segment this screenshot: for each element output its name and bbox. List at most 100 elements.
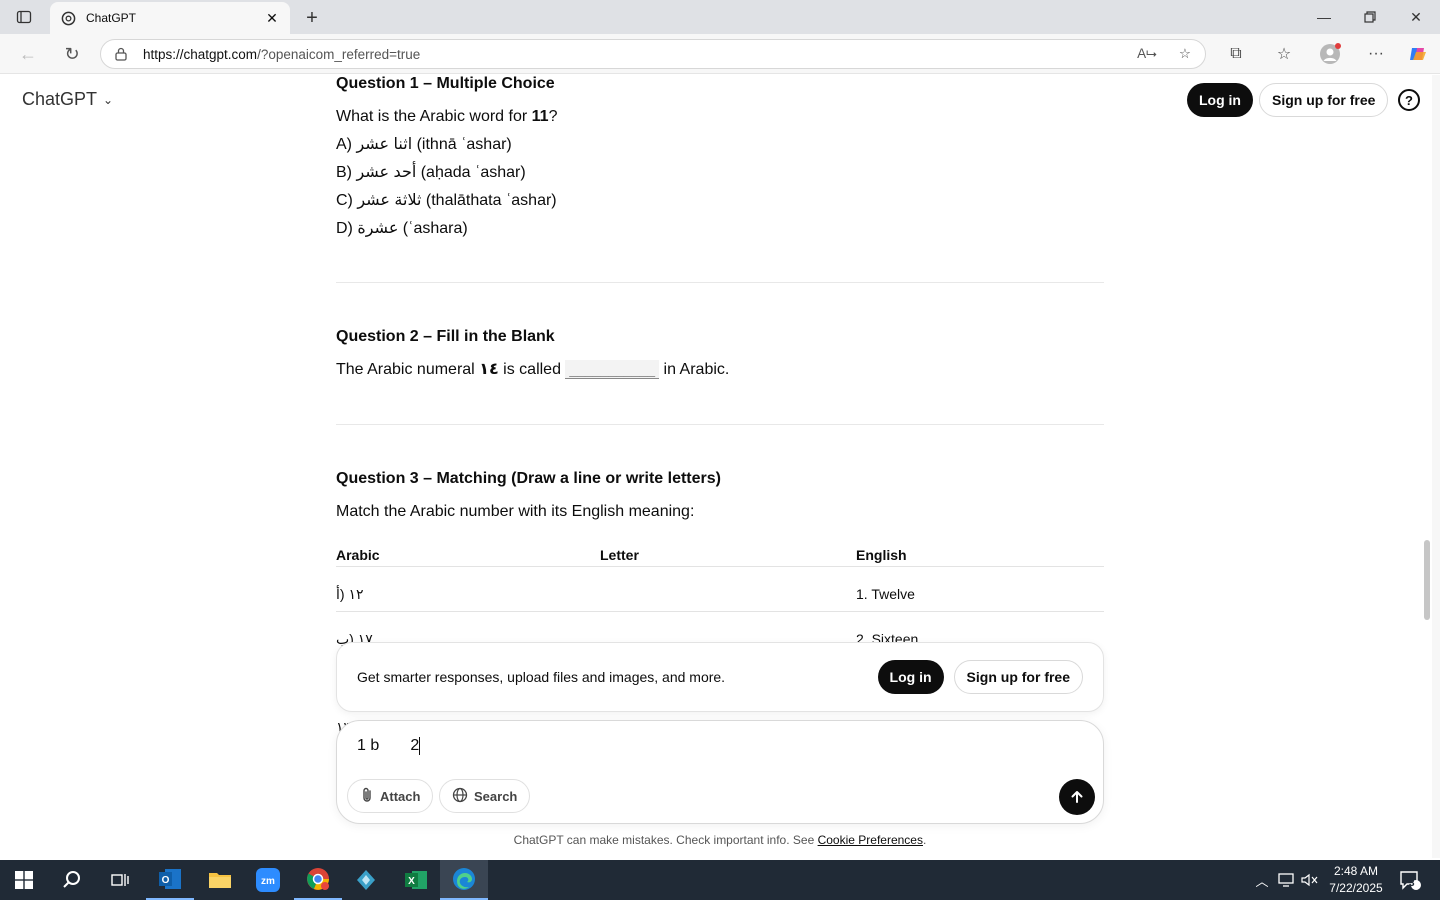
minimize-icon[interactable]: —	[1301, 0, 1347, 34]
column-header-arabic: Arabic	[336, 547, 380, 563]
system-clock[interactable]: 2:48 AM 7/22/2025	[1318, 863, 1394, 897]
table-cell-arabic: ١٢ (أ	[336, 586, 364, 602]
table-row-rule	[336, 611, 1104, 612]
disclaimer-end: .	[922, 833, 927, 847]
zoom-icon[interactable]: zm	[244, 860, 292, 900]
text-caret	[419, 737, 421, 755]
promo-message: Get smarter responses, upload files and …	[357, 669, 726, 685]
question-1-prompt: What is the Arabic word for 11?	[336, 103, 557, 131]
chatgpt-favicon-icon	[60, 10, 76, 26]
windows-taskbar: O zm X ︿ 2:48 AM 7/22/2025 3	[0, 860, 1440, 900]
file-explorer-icon[interactable]	[196, 860, 244, 900]
app-diamond-icon[interactable]	[342, 860, 390, 900]
scrollbar-track[interactable]	[1432, 75, 1440, 858]
refresh-icon[interactable]: ↻	[58, 40, 86, 68]
message-composer[interactable]: 1 b 2 Attach Search	[336, 720, 1104, 824]
restore-icon[interactable]	[1347, 0, 1393, 34]
lock-icon	[115, 47, 129, 61]
svg-text:zm: zm	[261, 876, 275, 887]
edge-icon[interactable]	[440, 860, 488, 900]
search-button[interactable]: Search	[439, 779, 531, 813]
url-path: /?openaicom_referred=true	[257, 46, 421, 62]
profile-avatar-icon[interactable]	[1316, 40, 1344, 68]
prompt-text-end: ?	[548, 108, 558, 125]
signup-promo-card: Get smarter responses, upload files and …	[336, 642, 1104, 712]
chatgpt-page: ChatGPT ⌄ Log in Sign up for free ? Ques…	[0, 75, 1432, 858]
brand-label: ChatGPT	[22, 89, 98, 109]
new-tab-icon[interactable]: +	[300, 6, 324, 30]
url-host: https://chatgpt.com	[143, 46, 258, 62]
arabic-numeral: ١٤	[479, 361, 499, 378]
windows-start-icon[interactable]	[0, 860, 48, 900]
address-bar[interactable]: https://chatgpt.com/?openaicom_referred=…	[100, 39, 1206, 69]
more-menu-icon[interactable]: ···	[1362, 40, 1390, 68]
help-icon[interactable]: ?	[1398, 89, 1420, 111]
prompt-number: 11	[531, 108, 549, 125]
notification-count: 3	[1409, 878, 1415, 889]
browser-toolbar: ← ↻ https://chatgpt.com/?openaicom_refer…	[0, 34, 1440, 74]
header-login-button[interactable]: Log in	[1187, 83, 1253, 117]
divider	[336, 424, 1104, 425]
question-3-prompt: Match the Arabic number with its English…	[336, 503, 695, 520]
sentence-start: The Arabic numeral	[336, 361, 480, 378]
attach-button[interactable]: Attach	[347, 779, 434, 813]
option-a: A) اثنا عشر (ithnā ʿashar)	[336, 136, 512, 153]
sentence-mid: is called	[498, 361, 566, 378]
attach-label: Attach	[380, 788, 421, 804]
header-signup-button[interactable]: Sign up for free	[1259, 83, 1389, 117]
favorites-icon[interactable]: ☆	[1270, 40, 1298, 68]
disclaimer-text: ChatGPT can make mistakes. Check importa…	[513, 833, 818, 847]
table-cell-english: 1. Twelve	[856, 586, 915, 602]
search-icon[interactable]	[48, 860, 96, 900]
close-tab-icon[interactable]: ✕	[264, 10, 280, 27]
search-label: Search	[474, 788, 518, 804]
column-header-english: English	[856, 547, 907, 563]
copilot-icon[interactable]	[1404, 40, 1432, 68]
cookie-preferences-link[interactable]: Cookie Preferences	[818, 833, 923, 847]
table-header-rule	[336, 566, 1104, 567]
clock-date: 7/22/2025	[1329, 881, 1383, 895]
svg-text:X: X	[408, 876, 415, 887]
notification-center-icon[interactable]: 3	[1396, 860, 1424, 900]
svg-text:O: O	[162, 875, 170, 886]
message-input-value: 1 b 2	[357, 737, 420, 755]
promo-login-button[interactable]: Log in	[877, 660, 944, 694]
sentence-end: in Arabic.	[659, 361, 730, 378]
read-aloud-icon[interactable]: A⮡	[1137, 46, 1157, 62]
prompt-text: What is the Arabic word for	[336, 108, 532, 125]
promo-signup-button[interactable]: Sign up for free	[953, 660, 1083, 694]
question-1-title: Question 1 – Multiple Choice	[336, 75, 555, 92]
globe-icon	[452, 787, 468, 806]
chrome-icon[interactable]	[294, 860, 342, 900]
back-icon[interactable]: ←	[14, 40, 42, 68]
model-selector[interactable]: ChatGPT ⌄	[22, 89, 113, 110]
network-icon[interactable]	[1276, 860, 1298, 900]
browser-tab[interactable]: ChatGPT ✕	[50, 2, 290, 34]
extensions-icon[interactable]: ⧉	[1222, 40, 1250, 68]
disclaimer: ChatGPT can make mistakes. Check importa…	[336, 833, 1104, 847]
favorite-star-icon[interactable]: ☆	[1179, 46, 1191, 62]
option-c: C) ثلاثة عشر (thalāthata ʿashar)	[336, 192, 557, 209]
scrollbar-thumb[interactable]	[1424, 540, 1430, 620]
arrow-up-icon	[1071, 791, 1083, 803]
question-2-title: Question 2 – Fill in the Blank	[336, 328, 555, 345]
tab-title: ChatGPT	[86, 11, 137, 25]
chevron-up-icon[interactable]: ︿	[1252, 860, 1272, 900]
excel-icon[interactable]: X	[392, 860, 440, 900]
message-input[interactable]: 1 b 2	[357, 737, 421, 755]
question-2-sentence: The Arabic numeral ١٤ is called ________…	[336, 356, 729, 384]
close-window-icon[interactable]: ✕	[1393, 0, 1439, 34]
clock-time: 2:48 AM	[1333, 864, 1379, 878]
column-header-letter: Letter	[600, 547, 639, 563]
tab-actions-icon[interactable]	[0, 0, 48, 34]
option-d: D) عشرة (ʿashara)	[336, 220, 468, 237]
outlook-icon[interactable]: O	[146, 860, 194, 900]
send-button[interactable]	[1059, 779, 1095, 815]
question-3-title: Question 3 – Matching (Draw a line or wr…	[336, 470, 721, 487]
fill-blank: ___________	[565, 360, 660, 380]
divider	[336, 282, 1104, 283]
chevron-down-icon: ⌄	[103, 92, 114, 107]
task-view-icon[interactable]	[96, 860, 144, 900]
option-b: B) أحد عشر (aḥada ʿashar)	[336, 164, 526, 181]
paperclip-icon	[360, 787, 374, 806]
